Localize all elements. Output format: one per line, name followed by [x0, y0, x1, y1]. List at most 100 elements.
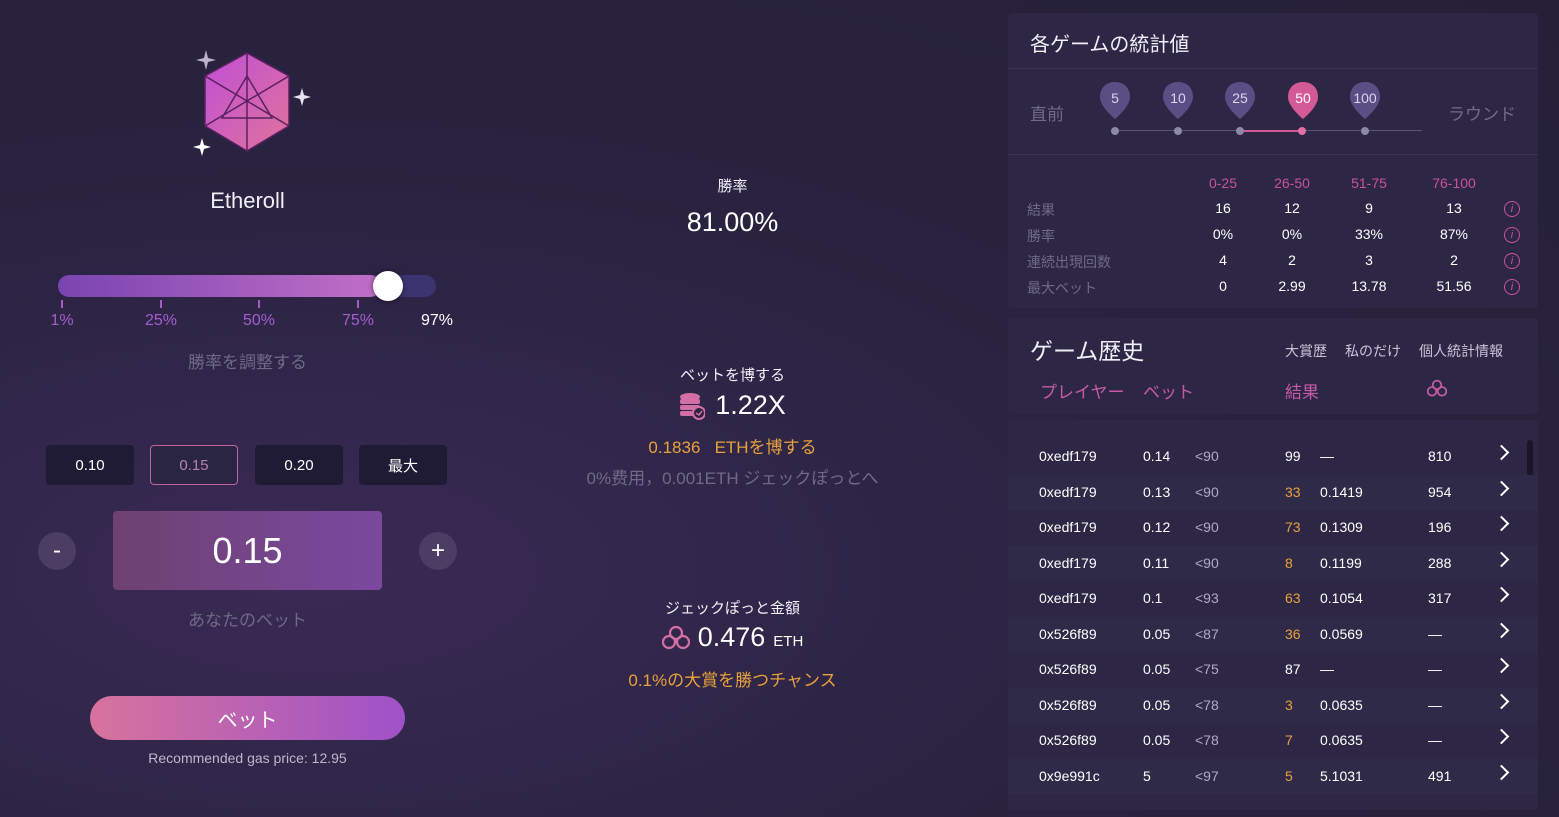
round-dot — [1236, 127, 1244, 135]
history-bet: 0.12 — [1143, 519, 1171, 535]
place-bet-button[interactable]: ベット — [90, 696, 405, 740]
history-row[interactable]: 0xedf179 0.1 <93 63 0.1054 317 — [1008, 581, 1538, 617]
slider-tick-label: 75% — [341, 312, 375, 329]
history-roll: 36 — [1285, 625, 1301, 642]
history-extra: 954 — [1428, 483, 1452, 500]
info-icon[interactable]: i — [1504, 253, 1520, 269]
chevron-right-icon[interactable] — [1493, 586, 1510, 603]
history-row[interactable]: 0x526f89 0.05 <87 36 0.0569 — — [1008, 616, 1538, 652]
chevron-right-icon[interactable] — [1493, 728, 1510, 745]
payout-row: 1.22X — [560, 390, 905, 421]
stats-title: 各ゲームの統計値 — [1030, 34, 1190, 56]
stats-row-label: 連続出現回数 — [1027, 254, 1111, 270]
stats-cell: 0% — [1281, 226, 1303, 242]
chevron-right-icon[interactable] — [1493, 657, 1510, 674]
history-row[interactable]: 0xedf179 0.14 <90 99 — 810 — [1008, 439, 1538, 475]
payout-amount: 0.1836 — [648, 438, 701, 457]
chevron-right-icon[interactable] — [1493, 622, 1510, 638]
chevron-right-icon[interactable] — [1493, 764, 1510, 780]
history-payout: — — [1320, 661, 1334, 677]
chevron-right-icon[interactable] — [1493, 444, 1510, 461]
history-row[interactable]: 0x526f89 0.05 <75 87 — — — [1008, 652, 1538, 688]
winrate-slider-thumb[interactable] — [373, 271, 403, 301]
history-row[interactable]: 0xedf179 0.11 <90 8 0.1199 288 — [1008, 545, 1538, 581]
info-icon[interactable]: i — [1504, 201, 1520, 217]
round-pin-50[interactable]: 50 — [1287, 80, 1319, 125]
history-target: <87 — [1195, 625, 1219, 642]
divider — [1008, 68, 1538, 69]
chevron-right-icon[interactable] — [1493, 551, 1510, 567]
round-dot — [1174, 127, 1182, 135]
payout-multiplier: 1.22X — [715, 390, 786, 420]
history-roll: 99 — [1285, 448, 1301, 464]
round-pin-label: 50 — [1295, 90, 1311, 106]
history-roll: 73 — [1285, 519, 1301, 535]
history-extra: — — [1428, 732, 1442, 748]
history-row[interactable]: 0x9e991c 5 <97 5 5.1031 491 — [1008, 758, 1538, 794]
bet-chip-020[interactable]: 0.20 — [255, 445, 343, 485]
history-player: 0xedf179 — [1039, 519, 1097, 535]
history-target: <78 — [1195, 732, 1219, 748]
round-pin-label: 5 — [1111, 90, 1119, 106]
game-name: Etheroll — [210, 188, 285, 213]
history-roll: 87 — [1285, 661, 1301, 677]
history-target: <90 — [1195, 483, 1219, 500]
jackpot-row: 0.476 ETH — [560, 622, 905, 653]
stats-cell: 33% — [1354, 226, 1384, 242]
history-payout: 0.0635 — [1320, 732, 1363, 748]
stats-cell: 3 — [1365, 252, 1373, 268]
stats-row-label: 勝率 — [1027, 228, 1055, 244]
etheroll-logo — [193, 50, 311, 156]
history-row[interactable]: 0x526f89 0.05 <78 3 0.0635 — — [1008, 687, 1538, 723]
history-player: 0x9e991c — [1039, 767, 1100, 784]
history-row[interactable]: 0xedf179 0.12 <90 73 0.1309 196 — [1008, 510, 1538, 546]
stats-column-header: 76-100 — [1432, 175, 1476, 191]
tab-jackpot-history[interactable]: 大賞歴 — [1285, 341, 1327, 361]
round-pin-10[interactable]: 10 — [1162, 80, 1194, 125]
column-header-result: 結果 — [1285, 383, 1319, 402]
info-icon[interactable]: i — [1504, 279, 1520, 295]
history-bet: 5 — [1143, 767, 1151, 784]
chevron-right-icon[interactable] — [1493, 515, 1510, 532]
increase-bet-button[interactable]: + — [419, 532, 457, 570]
info-icon[interactable]: i — [1504, 227, 1520, 243]
history-extra: — — [1428, 625, 1442, 642]
stats-cell: 2 — [1288, 252, 1296, 268]
slider-tick-label: 50% — [242, 312, 276, 329]
stats-cell: 0 — [1219, 278, 1227, 294]
history-player: 0xedf179 — [1039, 554, 1097, 571]
history-payout: 0.0569 — [1320, 625, 1363, 642]
stats-cell: 2.99 — [1278, 278, 1306, 294]
decrease-bet-button[interactable]: - — [38, 532, 76, 570]
history-row[interactable]: 0xedf179 0.13 <90 33 0.1419 954 — [1008, 474, 1538, 510]
slider-tick — [258, 300, 260, 308]
bet-chip-max[interactable]: 最大 — [359, 445, 447, 485]
slider-tick-label: 25% — [144, 312, 178, 329]
history-player: 0xedf179 — [1039, 448, 1097, 464]
winrate-slider-fill — [58, 275, 381, 297]
stats-cell: 0% — [1212, 226, 1234, 242]
bet-chip-010[interactable]: 0.10 — [46, 445, 134, 485]
chevron-right-icon[interactable] — [1493, 693, 1510, 709]
history-target: <90 — [1195, 448, 1219, 464]
round-pin-25[interactable]: 25 — [1224, 80, 1256, 125]
history-player: 0xedf179 — [1039, 590, 1097, 606]
history-player: 0x526f89 — [1039, 696, 1097, 713]
jackpot-chance: 0.1%の大賞を勝つチャンス — [628, 671, 837, 690]
round-pin-100[interactable]: 100 — [1349, 80, 1381, 125]
stats-cell: 87% — [1439, 226, 1469, 242]
round-dot-selected — [1298, 127, 1306, 135]
history-row[interactable]: 0x526f89 0.05 <78 7 0.0635 — — [1008, 723, 1538, 759]
stats-cell: 16 — [1215, 200, 1231, 216]
round-pin-5[interactable]: 5 — [1099, 80, 1131, 125]
jackpot-unit: ETH — [773, 633, 804, 650]
history-target: <93 — [1195, 590, 1219, 606]
bet-chip-015[interactable]: 0.15 — [150, 445, 238, 485]
chevron-right-icon[interactable] — [1493, 480, 1510, 496]
rounds-left-label: 直前 — [1030, 105, 1064, 124]
tab-mine-only[interactable]: 私のだけ — [1345, 341, 1401, 361]
tab-personal-stats[interactable]: 個人統計情報 — [1419, 341, 1503, 361]
slider-tick-label: 1% — [50, 312, 74, 329]
bet-amount-input[interactable]: 0.15 — [113, 511, 382, 590]
jackpot-icon — [661, 625, 690, 649]
